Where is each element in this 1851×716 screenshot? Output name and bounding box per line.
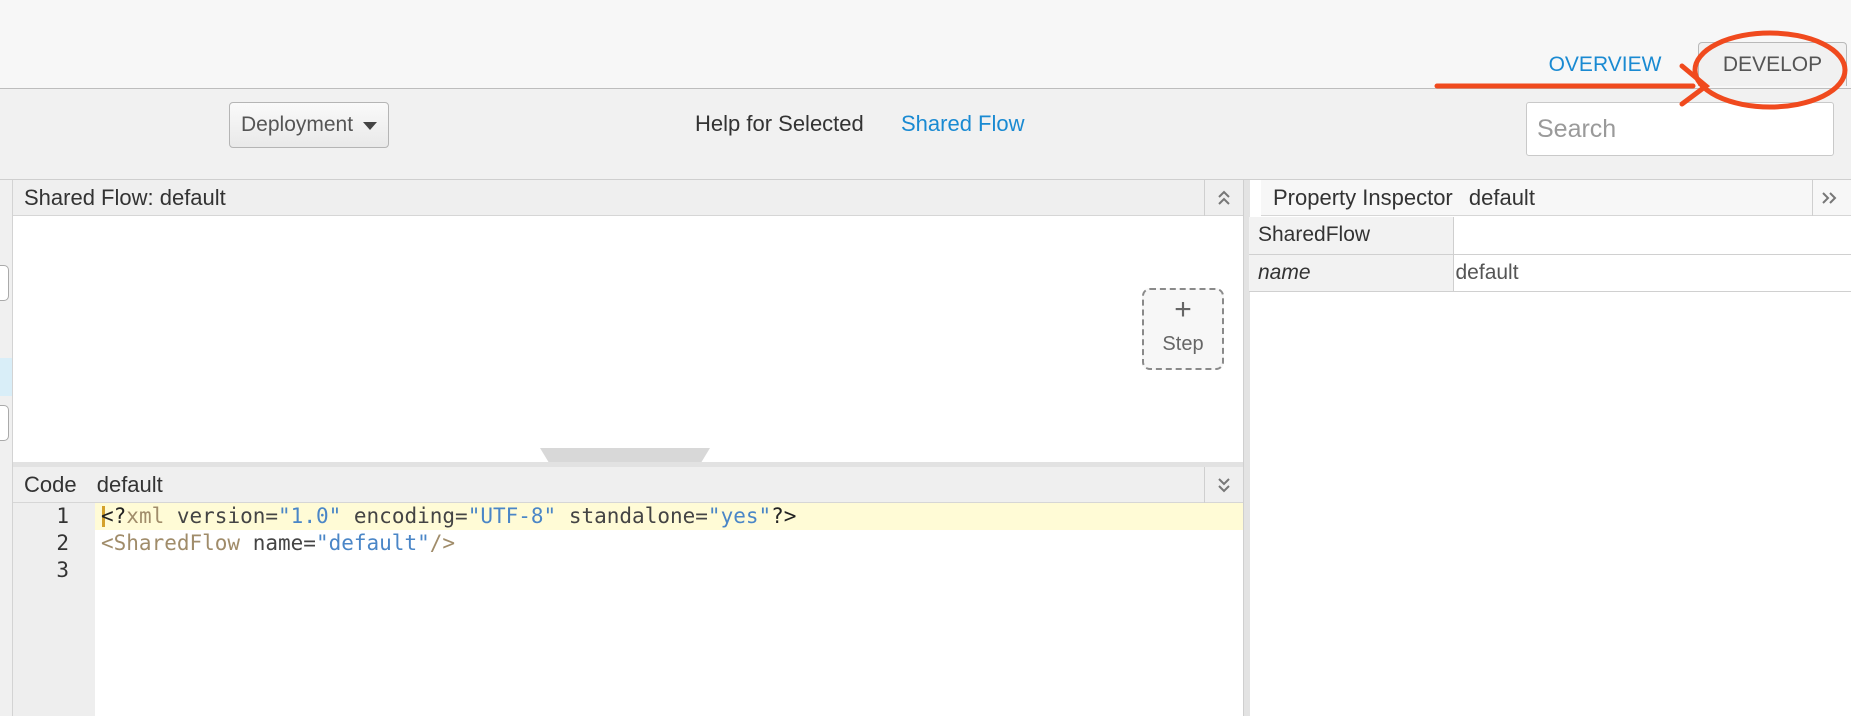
line-number: 3 bbox=[56, 558, 69, 582]
help-shared-flow-link[interactable]: Shared Flow bbox=[901, 111, 1025, 137]
code-token: "UTF-8" bbox=[467, 504, 557, 528]
table-row: name default bbox=[1249, 254, 1851, 292]
code-line[interactable]: <SharedFlow name="default"/> bbox=[101, 531, 455, 555]
flow-panel-header: Shared Flow: default bbox=[13, 180, 1243, 216]
code-token: name= bbox=[240, 531, 316, 555]
navigator-collapsed-strip[interactable] bbox=[0, 180, 13, 716]
property-key: SharedFlow bbox=[1249, 217, 1454, 255]
code-panel-header: Code default bbox=[13, 467, 1243, 503]
table-row: SharedFlow bbox=[1249, 217, 1851, 255]
code-token: ?> bbox=[771, 504, 797, 528]
code-token: encoding= bbox=[341, 504, 468, 528]
double-chevron-down-icon[interactable] bbox=[1204, 467, 1243, 503]
flow-canvas[interactable]: + Step bbox=[13, 217, 1243, 462]
double-chevron-up-icon[interactable] bbox=[1204, 180, 1243, 216]
property-value[interactable] bbox=[1453, 217, 1851, 255]
code-token: "yes" bbox=[707, 504, 772, 528]
code-panel-title: Code bbox=[24, 472, 77, 497]
toolbar: Deployment Help for Selected Shared Flow bbox=[0, 89, 1851, 180]
code-token: <? bbox=[101, 504, 127, 528]
flow-panel-title: Shared Flow: default bbox=[24, 185, 226, 210]
property-inspector-header: Property Inspector default bbox=[1261, 180, 1851, 216]
splitter-grip[interactable] bbox=[540, 448, 710, 462]
navigator-handle[interactable] bbox=[0, 265, 9, 301]
code-editor[interactable]: 1 2 3 <?xml version="1.0" encoding="UTF-… bbox=[13, 503, 1243, 716]
code-token: "1.0" bbox=[278, 504, 342, 528]
code-token: /> bbox=[429, 531, 456, 555]
code-token: standalone= bbox=[556, 504, 708, 528]
code-panel-name: default bbox=[96, 472, 163, 497]
step-label: Step bbox=[1162, 333, 1204, 355]
search-input[interactable] bbox=[1526, 102, 1834, 156]
property-value[interactable]: default bbox=[1453, 254, 1851, 292]
code-token: version= bbox=[164, 504, 279, 528]
tab-develop[interactable]: DEVELOP bbox=[1698, 42, 1847, 86]
deployment-label: Deployment bbox=[241, 113, 354, 136]
help-for-selected-label: Help for Selected bbox=[695, 111, 864, 136]
line-number: 1 bbox=[56, 504, 69, 528]
property-key: name bbox=[1249, 254, 1454, 292]
top-bar: OVERVIEW DEVELOP bbox=[0, 0, 1851, 89]
navigator-selected-item[interactable] bbox=[0, 358, 12, 396]
line-number: 2 bbox=[56, 531, 69, 555]
code-token: xml bbox=[126, 504, 165, 528]
navigator-handle[interactable] bbox=[0, 405, 9, 441]
code-token: <SharedFlow bbox=[101, 531, 241, 555]
plus-icon: + bbox=[1174, 293, 1192, 326]
double-chevron-right-icon[interactable] bbox=[1812, 180, 1845, 216]
tab-overview[interactable]: OVERVIEW bbox=[1530, 43, 1680, 87]
property-table: SharedFlow name default bbox=[1249, 217, 1851, 292]
code-line[interactable]: <?xml version="1.0" encoding="UTF-8" sta… bbox=[101, 504, 796, 528]
property-inspector-name: default bbox=[1468, 185, 1535, 210]
caret-down-icon bbox=[363, 122, 377, 130]
deployment-dropdown-button[interactable]: Deployment bbox=[229, 102, 389, 148]
add-step-button[interactable]: + Step bbox=[1142, 288, 1224, 370]
property-inspector-title: Property Inspector bbox=[1273, 185, 1453, 210]
code-token: "default" bbox=[315, 531, 430, 555]
